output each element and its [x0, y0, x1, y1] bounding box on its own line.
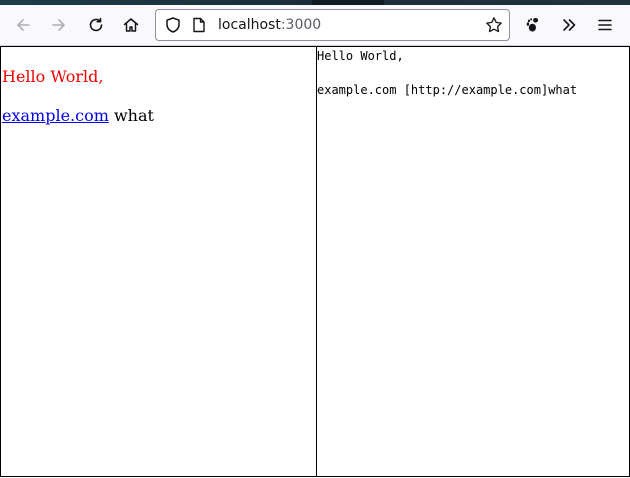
reload-icon: [89, 17, 103, 32]
forward-button[interactable]: [44, 11, 74, 39]
shield-icon[interactable]: [164, 16, 182, 34]
plain-text-pane: Hello World, example.com [http://example…: [317, 46, 630, 477]
url-host: localhost: [218, 17, 281, 33]
star-icon[interactable]: [485, 16, 503, 34]
url-port: :3000: [280, 17, 322, 33]
hamburger-menu-icon: [598, 19, 612, 31]
back-button[interactable]: [8, 11, 38, 39]
arrow-left-icon: [17, 19, 30, 31]
browser-toolbar: localhost:3000: [0, 5, 630, 46]
plain-text-line-1: Hello World,: [317, 49, 404, 63]
link-paragraph: example.com what: [2, 106, 154, 125]
page-icon[interactable]: [190, 16, 208, 34]
home-icon: [123, 18, 139, 32]
trailing-text: what: [108, 106, 154, 125]
reload-button[interactable]: [81, 11, 111, 39]
rendered-html-pane: Hello World, example.com what: [0, 46, 318, 477]
extension-button[interactable]: [518, 11, 548, 39]
menu-button[interactable]: [590, 11, 620, 39]
chevrons-right-icon: [563, 19, 576, 31]
url-bar[interactable]: localhost:3000: [155, 9, 510, 41]
example-link[interactable]: example.com: [2, 106, 109, 125]
gnome-icon: [526, 18, 539, 32]
arrow-right-icon: [52, 19, 65, 31]
hello-text: Hello World,: [2, 67, 104, 86]
plain-text-line-2: example.com [http://example.com]what: [317, 83, 578, 97]
page-content: Hello World, example.com what Hello Worl…: [0, 46, 630, 478]
url-text[interactable]: localhost:3000: [218, 17, 321, 33]
overflow-button[interactable]: [554, 11, 584, 39]
home-button[interactable]: [116, 11, 146, 39]
